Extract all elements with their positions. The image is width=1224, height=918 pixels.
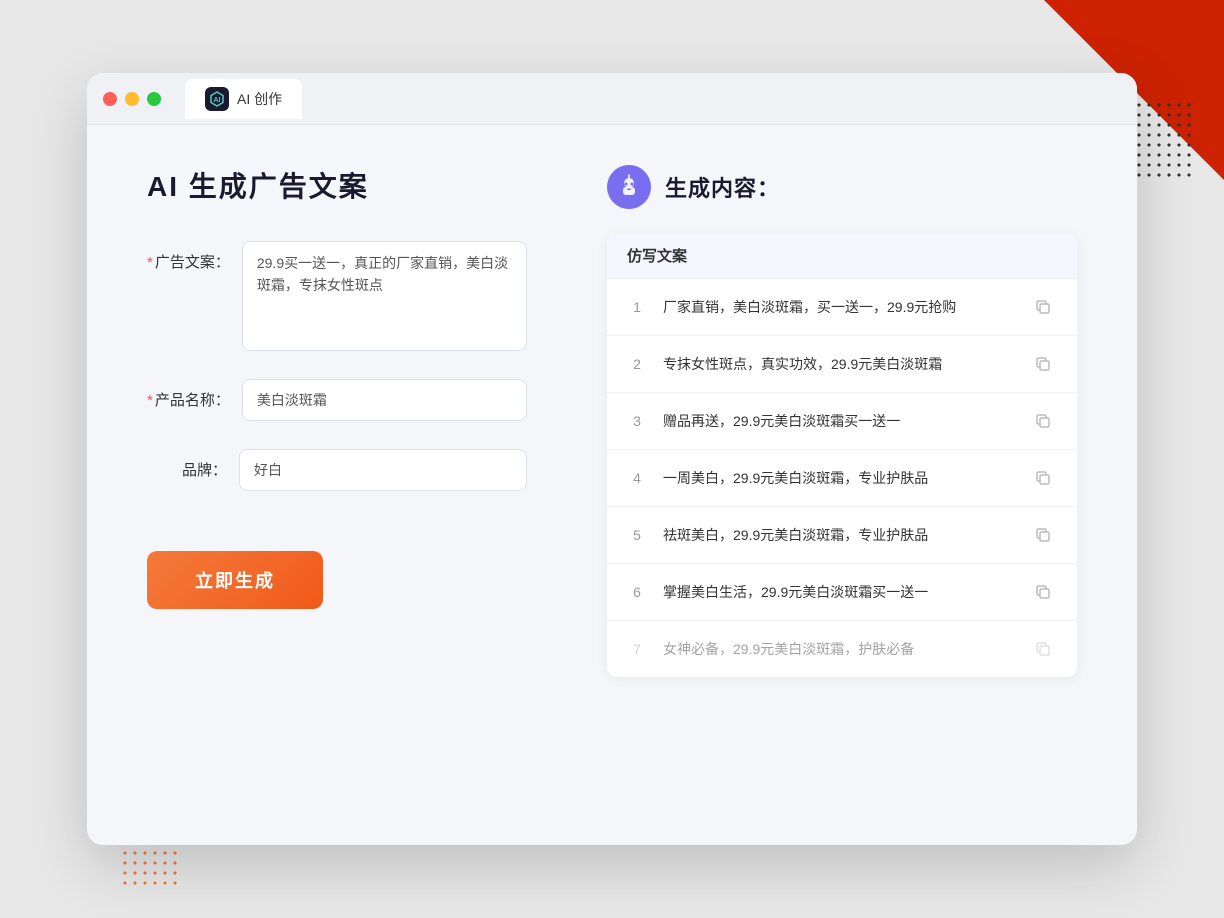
page-title: AI 生成广告文案	[147, 165, 527, 205]
right-panel-title: 生成内容：	[665, 171, 780, 203]
row-text: 一周美白，29.9元美白淡斑霜，专业护肤品	[663, 468, 1013, 489]
table-row: 6 掌握美白生活，29.9元美白淡斑霜买一送一	[607, 564, 1077, 621]
ad-copy-label: *广告文案：	[147, 241, 230, 272]
copy-button[interactable]	[1029, 407, 1057, 435]
minimize-button[interactable]	[125, 92, 139, 106]
copy-button[interactable]	[1029, 578, 1057, 606]
row-text: 掌握美白生活，29.9元美白淡斑霜买一送一	[663, 582, 1013, 603]
row-text: 厂家直销，美白淡斑霜，买一送一，29.9元抢购	[663, 297, 1013, 318]
table-row: 5 祛斑美白，29.9元美白淡斑霜，专业护肤品	[607, 507, 1077, 564]
right-header: 生成内容：	[607, 165, 1077, 209]
submit-button[interactable]: 立即生成	[147, 551, 323, 609]
copy-button[interactable]	[1029, 635, 1057, 663]
row-text: 祛斑美白，29.9元美白淡斑霜，专业护肤品	[663, 525, 1013, 546]
table-row: 7 女神必备，29.9元美白淡斑霜，护肤必备	[607, 621, 1077, 677]
product-name-label: *产品名称：	[147, 379, 230, 410]
row-text: 专抹女性斑点，真实功效，29.9元美白淡斑霜	[663, 354, 1013, 375]
ai-tab-icon: AI	[205, 87, 229, 111]
svg-text:AI: AI	[214, 97, 221, 104]
results-table: 仿写文案 1 厂家直销，美白淡斑霜，买一送一，29.9元抢购 2 专抹女性斑点，真实…	[607, 233, 1077, 677]
left-panel: AI 生成广告文案 *广告文案： *产品名称： 品牌： 立	[147, 165, 527, 805]
product-name-row: *产品名称：	[147, 379, 527, 421]
table-row: 3 赠品再送，29.9元美白淡斑霜买一送一	[607, 393, 1077, 450]
row-text: 女神必备，29.9元美白淡斑霜，护肤必备	[663, 639, 1013, 660]
product-required: *	[147, 392, 153, 409]
ad-copy-required: *	[147, 254, 153, 271]
row-text: 赠品再送，29.9元美白淡斑霜买一送一	[663, 411, 1013, 432]
row-number: 7	[627, 641, 647, 657]
ad-copy-row: *广告文案：	[147, 241, 527, 351]
row-number: 5	[627, 527, 647, 543]
copy-button[interactable]	[1029, 350, 1057, 378]
table-header: 仿写文案	[607, 233, 1077, 279]
browser-window: AI AI 创作 AI 生成广告文案 *广告文案： *产品名称：	[87, 73, 1137, 845]
title-bar: AI AI 创作	[87, 73, 1137, 125]
brand-row: 品牌：	[147, 449, 527, 491]
table-row: 4 一周美白，29.9元美白淡斑霜，专业护肤品	[607, 450, 1077, 507]
row-number: 2	[627, 356, 647, 372]
row-number: 6	[627, 584, 647, 600]
bot-icon	[607, 165, 651, 209]
ad-copy-input[interactable]	[242, 241, 527, 351]
maximize-button[interactable]	[147, 92, 161, 106]
main-content: AI 生成广告文案 *广告文案： *产品名称： 品牌： 立	[87, 125, 1137, 845]
product-name-input[interactable]	[242, 379, 527, 421]
table-row: 1 厂家直销，美白淡斑霜，买一送一，29.9元抢购	[607, 279, 1077, 336]
brand-input[interactable]	[239, 449, 527, 491]
ai-tab-label: AI 创作	[237, 89, 282, 109]
copy-button[interactable]	[1029, 293, 1057, 321]
row-number: 4	[627, 470, 647, 486]
table-row: 2 专抹女性斑点，真实功效，29.9元美白淡斑霜	[607, 336, 1077, 393]
results-list: 1 厂家直销，美白淡斑霜，买一送一，29.9元抢购 2 专抹女性斑点，真实功效，29…	[607, 279, 1077, 677]
copy-button[interactable]	[1029, 521, 1057, 549]
row-number: 1	[627, 299, 647, 315]
window-controls	[103, 92, 161, 106]
copy-button[interactable]	[1029, 464, 1057, 492]
right-panel: 生成内容： 仿写文案 1 厂家直销，美白淡斑霜，买一送一，29.9元抢购 2 专抹女…	[607, 165, 1077, 805]
row-number: 3	[627, 413, 647, 429]
close-button[interactable]	[103, 92, 117, 106]
brand-label: 品牌：	[147, 449, 227, 480]
ai-tab[interactable]: AI AI 创作	[185, 79, 302, 119]
